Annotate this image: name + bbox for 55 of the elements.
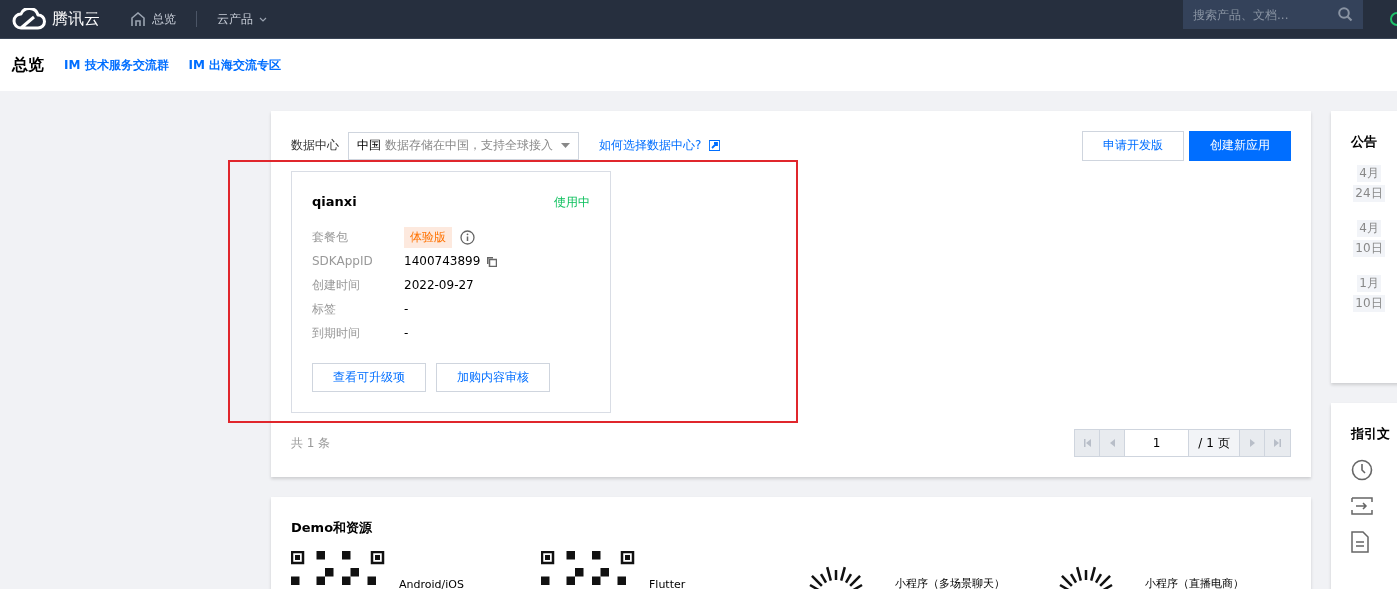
info-icon[interactable] — [460, 229, 475, 245]
notice-day: 10日 — [1353, 240, 1385, 257]
field-label: 标签 — [312, 300, 337, 318]
page-total: / 1 页 — [1189, 430, 1240, 456]
field-label: 套餐包 — [312, 228, 349, 246]
section-title: 公告 — [1351, 133, 1378, 151]
demo-label[interactable]: Flutter — [649, 578, 686, 589]
demo-label[interactable]: 小程序（多场景聊天） — [895, 576, 1005, 589]
data-center-select[interactable]: 中国 数据存储在中国，支持全球接入 — [348, 131, 579, 160]
document-icon — [1351, 531, 1369, 553]
notice-month: 1月 — [1357, 275, 1381, 292]
caret-icon — [561, 143, 570, 148]
card-action-button[interactable]: 查看可升级项 — [312, 363, 426, 392]
brand-name[interactable]: 腾讯云 — [52, 8, 100, 30]
demo-label[interactable]: Android/iOS — [399, 578, 464, 589]
notice-day: 24日 — [1353, 185, 1385, 202]
notice-month: 4月 — [1357, 220, 1381, 237]
field-value: 1400743899 — [404, 254, 481, 268]
app-name[interactable]: qianxi — [312, 194, 357, 211]
total-count: 共 1 条 — [291, 434, 331, 452]
first-page-icon — [1083, 439, 1091, 447]
process-icon — [1351, 497, 1373, 515]
triangle-left-icon — [1109, 439, 1115, 447]
create-app-button[interactable]: 创建新应用 — [1189, 130, 1291, 161]
field-value: - — [404, 302, 409, 316]
help-link[interactable]: 如何选择数据中心? — [599, 137, 702, 154]
notice-month: 4月 — [1357, 165, 1381, 182]
app-status: 使用中 — [554, 194, 590, 211]
page-title: 总览 — [12, 54, 44, 76]
field-value: 2022-09-27 — [404, 278, 474, 292]
clock-icon — [1351, 459, 1373, 481]
section-title: Demo和资源 — [291, 519, 374, 537]
search-icon — [1338, 7, 1353, 22]
nav-item[interactable]: 云产品 — [217, 10, 267, 28]
last-page-icon — [1274, 439, 1281, 447]
field-label: 到期时间 — [312, 324, 361, 342]
field-label: SDKAppID — [312, 254, 374, 268]
external-link-icon[interactable] — [709, 140, 721, 151]
home-icon — [130, 11, 146, 27]
plan-tag: 体验版 — [404, 226, 452, 248]
card-action-button[interactable]: 加购内容审核 — [436, 363, 550, 392]
copy-icon[interactable] — [486, 255, 498, 267]
demo-label[interactable]: 小程序（直播电商） — [1145, 576, 1244, 589]
field-value: - — [404, 326, 409, 340]
header-link[interactable]: IM 技术服务交流群 — [64, 56, 169, 74]
data-center-label: 数据中心 — [291, 137, 339, 154]
notice-day: 10日 — [1353, 295, 1385, 312]
search-field[interactable]: 搜索产品、文档... — [1183, 0, 1363, 29]
triangle-right-icon — [1249, 439, 1255, 447]
section-title: 指引文 — [1351, 425, 1391, 443]
header-link[interactable]: IM 出海交流专区 — [188, 56, 282, 74]
apply-button[interactable]: 申请开发版 — [1082, 130, 1184, 161]
nav-item[interactable]: 总览 — [130, 10, 176, 28]
cloud-logo-icon — [12, 8, 46, 30]
field-label: 创建时间 — [312, 276, 361, 294]
